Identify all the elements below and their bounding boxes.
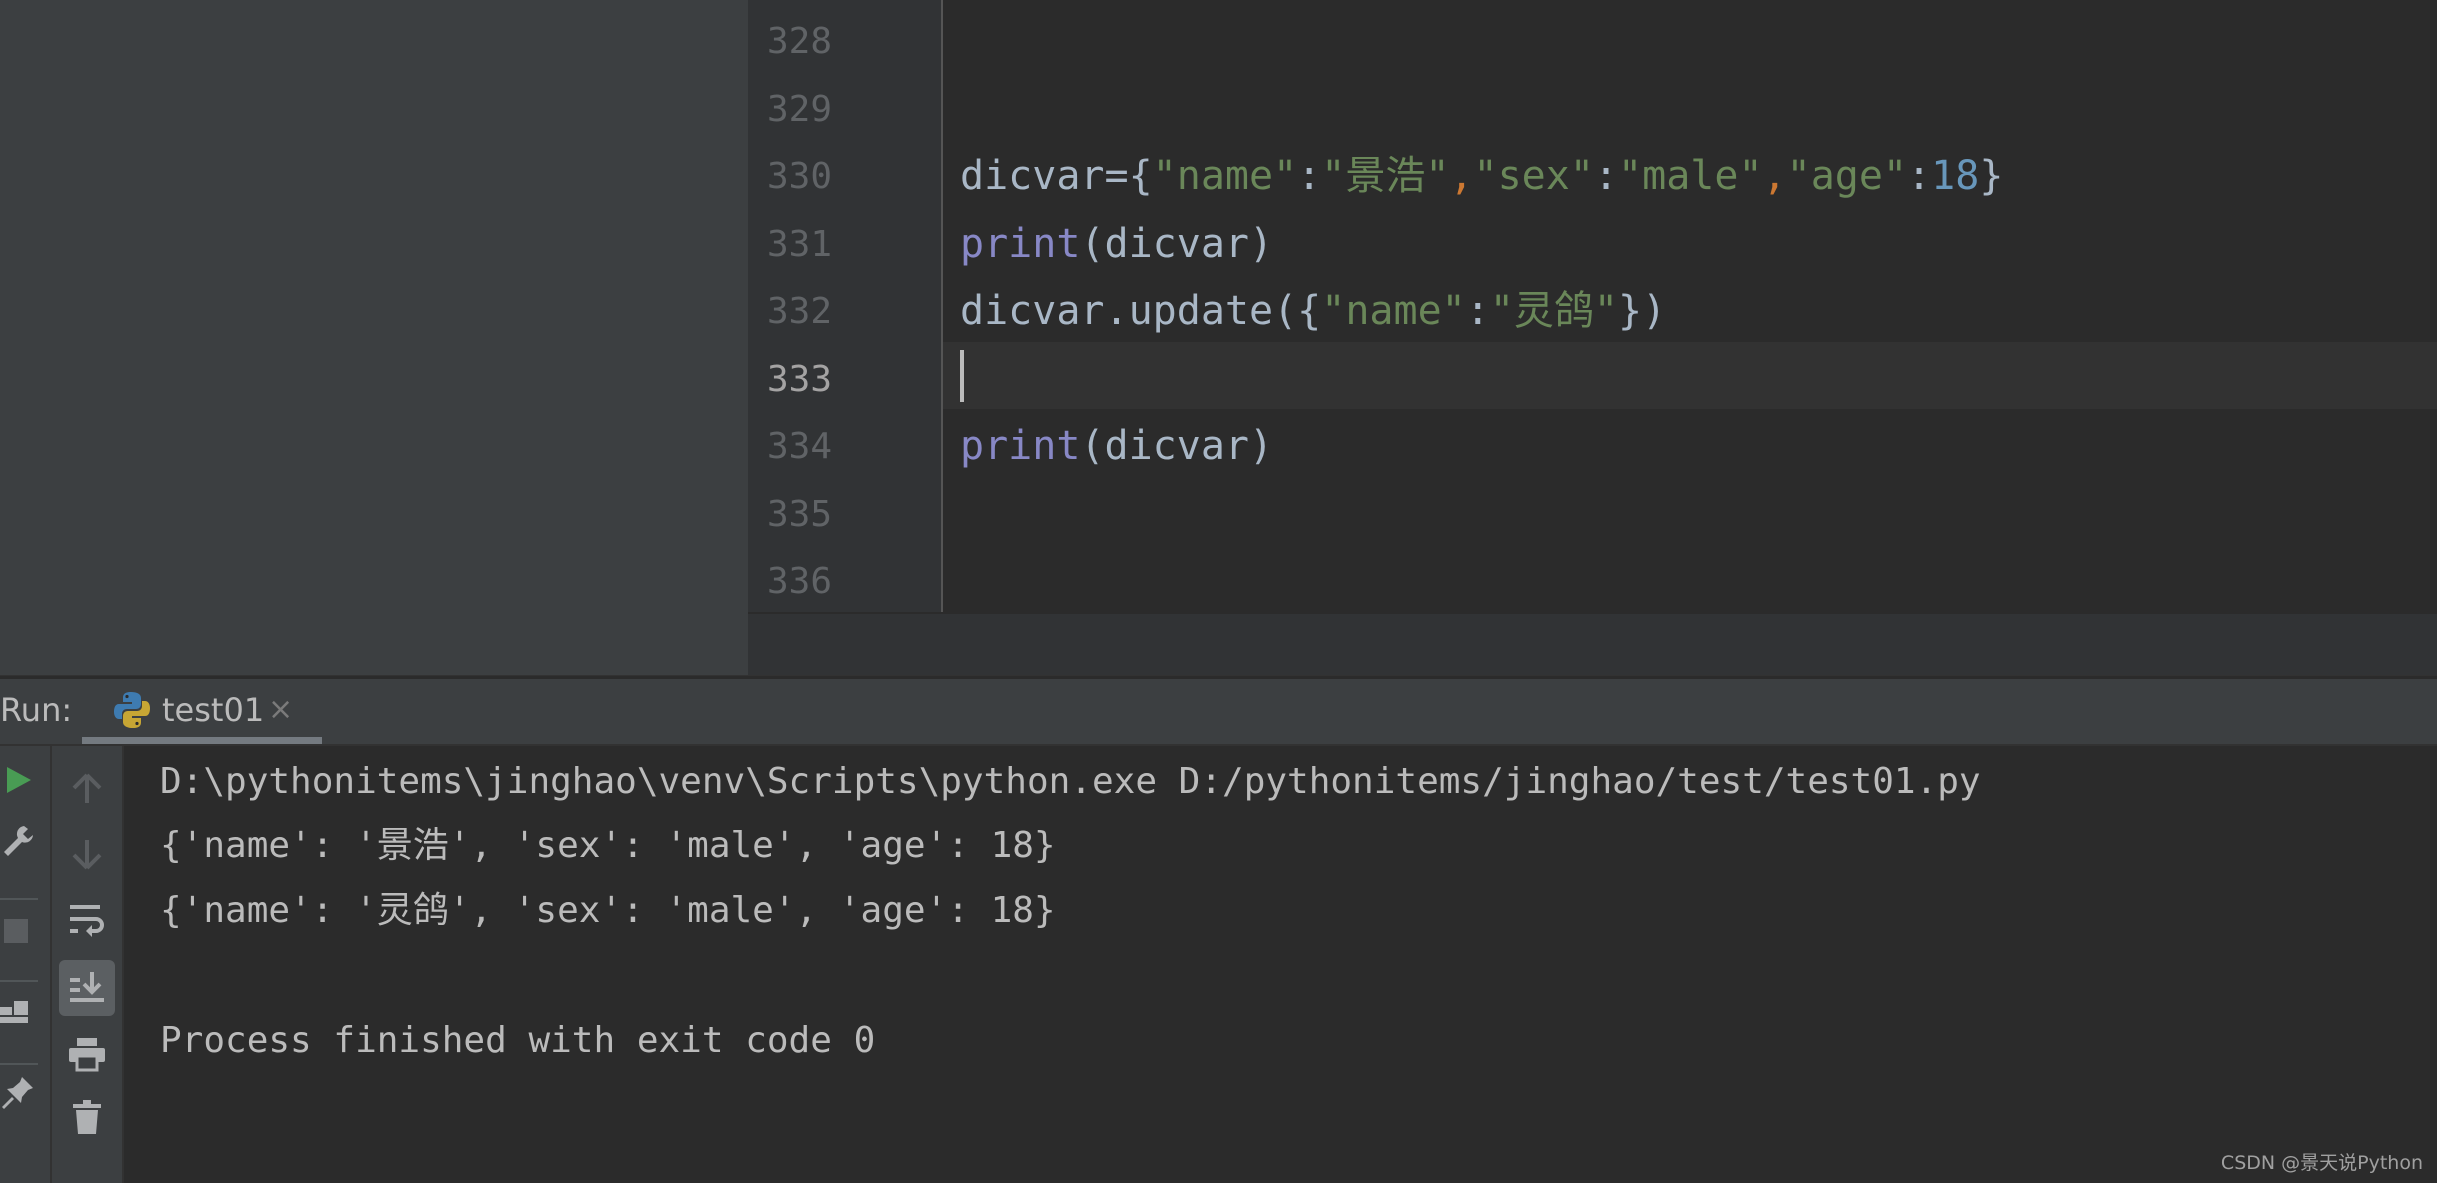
- project-panel-blank: [0, 0, 748, 675]
- code-token: 18: [1931, 153, 1980, 199]
- code-token: :: [1465, 288, 1490, 334]
- python-icon: [114, 691, 150, 729]
- line-number: 334: [766, 426, 832, 467]
- code-token: ,: [1449, 153, 1474, 199]
- code-token: :: [1593, 153, 1619, 199]
- run-tab-label: test01: [162, 691, 265, 729]
- trash-icon[interactable]: [60, 1090, 114, 1144]
- run-tab-test01[interactable]: test01 ×: [82, 679, 322, 744]
- layout-icon[interactable]: [0, 992, 30, 1032]
- line-number: 329: [766, 89, 832, 130]
- wrench-icon[interactable]: [0, 822, 36, 862]
- line-number: 328: [766, 21, 832, 62]
- code-token: "male": [1618, 153, 1763, 199]
- console-line: Process finished with exit code 0: [160, 1020, 876, 1061]
- run-icon[interactable]: [0, 760, 36, 800]
- run-toolbar-right: [52, 746, 124, 1183]
- line-number: 332: [766, 291, 832, 332]
- code-line: print(dicvar): [960, 413, 1273, 480]
- current-line-highlight: [943, 342, 2437, 409]
- line-number: 331: [766, 224, 832, 265]
- pin-icon[interactable]: [0, 1072, 36, 1112]
- code-token: print: [960, 423, 1081, 469]
- scroll-to-end-icon[interactable]: [59, 960, 115, 1016]
- run-tool-window-header: Run: test01 ×: [0, 679, 2437, 746]
- console-output[interactable]: D:\pythonitems\jinghao\venv\Scripts\pyth…: [124, 746, 2437, 1183]
- text-caret: [960, 350, 964, 402]
- code-token: "灵鸽": [1489, 288, 1618, 334]
- print-icon[interactable]: [60, 1028, 114, 1082]
- code-token: "name": [1321, 288, 1466, 334]
- code-token: (dicvar): [1080, 221, 1274, 267]
- console-line: {'name': '景浩', 'sex': 'male', 'age': 18}: [160, 825, 1056, 866]
- code-token: }): [1618, 288, 1667, 334]
- arrow-up-icon[interactable]: [60, 762, 114, 816]
- code-token: }: [1979, 153, 2004, 199]
- console-line: D:\pythonitems\jinghao\venv\Scripts\pyth…: [160, 761, 1981, 802]
- code-line: print(dicvar): [960, 211, 1273, 278]
- watermark: CSDN @景天说Python: [2220, 1152, 2423, 1174]
- code-token: print: [960, 221, 1081, 267]
- code-token: "sex": [1473, 153, 1594, 199]
- code-token: dicvar={: [960, 153, 1153, 199]
- toolbar-separator: [0, 980, 38, 982]
- stop-icon[interactable]: [0, 911, 30, 949]
- code-line: dicvar.update({"name":"灵鸽"}): [960, 278, 1666, 345]
- line-number: 333: [766, 359, 832, 400]
- code-token: "age": [1786, 153, 1908, 199]
- toolbar-separator: [0, 898, 38, 900]
- line-number: 330: [766, 156, 832, 197]
- arrow-down-icon[interactable]: [60, 827, 114, 881]
- run-toolbar-left: [0, 746, 52, 1183]
- line-number: 336: [766, 561, 832, 602]
- code-token: "name": [1152, 153, 1298, 199]
- code-line: dicvar={"name":"景浩","sex":"male","age":1…: [960, 143, 2003, 210]
- toolbar-separator: [0, 1063, 38, 1065]
- code-token: :: [1907, 153, 1932, 199]
- code-token: :: [1297, 153, 1322, 199]
- soft-wrap-icon[interactable]: [60, 893, 114, 947]
- run-label: Run:: [0, 691, 73, 729]
- code-token: (dicvar): [1080, 423, 1274, 469]
- active-tab-indicator: [82, 737, 322, 744]
- console-line: {'name': '灵鸽', 'sex': 'male', 'age': 18}: [160, 890, 1056, 931]
- close-icon[interactable]: ×: [268, 679, 293, 741]
- code-token: dicvar.update({: [960, 288, 1322, 334]
- line-number: 335: [766, 494, 832, 535]
- code-token: "景浩": [1321, 153, 1450, 199]
- editor-bottom-area: [748, 612, 2437, 677]
- code-token: ,: [1762, 153, 1787, 199]
